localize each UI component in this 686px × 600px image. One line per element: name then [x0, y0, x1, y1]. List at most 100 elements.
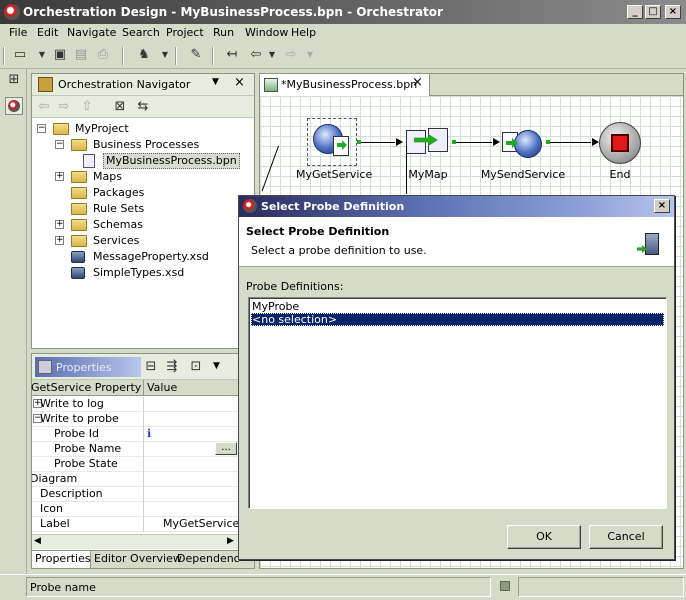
tree-item[interactable]: + Maps [32, 169, 254, 185]
orchestration-perspective-button[interactable] [5, 97, 23, 115]
filter-icon[interactable]: ⊡ [188, 359, 204, 375]
tab-properties[interactable]: Properties [32, 551, 91, 568]
mygetservice-node[interactable] [311, 122, 353, 162]
menu-search[interactable]: Search [122, 26, 160, 39]
property-row[interactable]: Probe State [32, 457, 240, 472]
back-dropdown-icon[interactable]: ▼ [264, 47, 280, 63]
orchestrator-app-icon[interactable] [4, 4, 20, 20]
tab-dependencies[interactable]: Dependencies [177, 551, 240, 567]
menu-help[interactable]: Help [291, 26, 316, 39]
tree-item[interactable]: − MyProject [32, 121, 254, 137]
navigator-view-icon [38, 77, 53, 92]
property-key: Probe Name [54, 442, 122, 455]
end-node[interactable] [599, 122, 641, 164]
view-menu-icon[interactable]: ▼ [212, 77, 219, 87]
last-edit-icon[interactable]: ↤ [224, 47, 240, 63]
incoming-connection[interactable] [261, 145, 279, 192]
connection-anchor [546, 140, 550, 144]
tree-item[interactable]: MessageProperty.xsd [32, 249, 254, 265]
connection-map-sendservice[interactable] [452, 142, 492, 143]
properties-menu-icon[interactable]: ▼ [213, 361, 220, 371]
column-header-property[interactable]: GetService Property [31, 381, 141, 394]
collapse-icon[interactable]: − [37, 124, 46, 133]
edit-pen-icon[interactable]: ✎ [188, 47, 204, 63]
probe-list-item[interactable]: <no selection> [251, 313, 664, 326]
link-editor-icon[interactable]: ⇆ [135, 99, 151, 115]
new-wizard-icon[interactable]: ▭ [12, 47, 28, 63]
print-icon[interactable]: ⎙ [95, 47, 111, 63]
scroll-left-icon[interactable]: ◀ [34, 536, 41, 546]
browse-button[interactable]: ... [215, 442, 237, 455]
property-value[interactable]: ℹ [147, 427, 151, 441]
property-row[interactable]: Probe Name... [32, 442, 240, 457]
expand-icon[interactable]: + [55, 236, 64, 245]
run-icon[interactable]: ♞ [136, 47, 152, 63]
menu-run[interactable]: Run [213, 26, 234, 39]
tree-item[interactable]: Packages [32, 185, 254, 201]
tree-view-icon[interactable]: ⊟ [143, 359, 159, 375]
node-label-mygetservice: MyGetService [296, 168, 373, 181]
nav-forward-icon[interactable]: ⇨ [56, 99, 72, 115]
connection-getservice-map[interactable] [357, 142, 395, 143]
menu-edit[interactable]: Edit [37, 26, 58, 39]
new-dropdown-icon[interactable]: ▼ [34, 47, 50, 63]
tree-item[interactable]: MyBusinessProcess.bpn [32, 153, 254, 169]
connection-sendservice-end[interactable] [546, 142, 591, 143]
tab-editor-overview[interactable]: Editor Overview [94, 551, 182, 567]
tree-item[interactable]: − Business Processes [32, 137, 254, 153]
dialog-title-bar[interactable]: Select Probe Definition × [239, 196, 674, 217]
ok-button[interactable]: OK [507, 525, 581, 549]
maximize-button[interactable]: □ [645, 5, 661, 19]
tree-item[interactable]: + Services [32, 233, 254, 249]
navigator-close-icon[interactable]: × [234, 75, 245, 90]
window-close-button[interactable]: × [665, 5, 681, 19]
tree-item[interactable]: + Schemas [32, 217, 254, 233]
save-icon[interactable]: ▣ [52, 47, 68, 63]
window-title-bar[interactable]: Orchestration Design - MyBusinessProcess… [0, 0, 686, 24]
property-value[interactable]: MyGetService [163, 517, 239, 531]
cancel-button[interactable]: Cancel [589, 525, 663, 549]
collapse-icon[interactable]: − [55, 140, 64, 149]
tree-item[interactable]: Rule Sets [32, 201, 254, 217]
forward-dropdown-icon[interactable]: ▼ [302, 47, 318, 63]
property-row[interactable]: − Write to probe [32, 412, 240, 427]
back-icon[interactable]: ⇦ [248, 47, 264, 63]
property-row[interactable]: Icon [32, 502, 240, 517]
dialog-close-button[interactable]: × [654, 199, 670, 213]
menu-file[interactable]: File [9, 26, 27, 39]
menu-navigate[interactable]: Navigate [67, 26, 116, 39]
probe-list-item[interactable]: MyProbe [251, 300, 664, 313]
probe-definitions-list[interactable]: MyProbe <no selection> [248, 297, 667, 509]
open-perspective-icon[interactable]: ⊞ [6, 72, 22, 88]
properties-horizontal-scrollbar[interactable]: ◀ ▶ [32, 534, 240, 549]
tree-item[interactable]: SimpleTypes.xsd [32, 265, 254, 281]
menu-window[interactable]: Window [245, 26, 288, 39]
progress-indicator-icon[interactable] [500, 581, 510, 591]
minimize-button[interactable]: _ [627, 5, 643, 19]
property-row[interactable]: Diagram [32, 472, 240, 487]
editor-tab-mybusinessprocess[interactable]: *MyBusinessProcess.bpn × [260, 74, 430, 96]
collapse-all-icon[interactable]: ⊠ [112, 99, 128, 115]
map-vertical-connection[interactable] [406, 146, 407, 194]
property-row[interactable]: + Write to log [32, 397, 240, 412]
editor-tab-close-icon[interactable]: × [412, 75, 423, 90]
expand-icon[interactable]: + [55, 220, 64, 229]
tree-item-label: Maps [93, 170, 122, 183]
property-row[interactable]: Probe Id ℹ [32, 427, 240, 442]
property-row[interactable]: Label MyGetService [32, 517, 240, 532]
status-progress-field [518, 577, 684, 597]
forward-icon[interactable]: ⇨ [283, 47, 299, 63]
categories-icon[interactable]: ⇶ [164, 359, 180, 375]
scroll-right-icon[interactable]: ▶ [227, 536, 234, 546]
menu-project[interactable]: Project [166, 26, 204, 39]
nav-up-icon[interactable]: ⇧ [79, 99, 95, 115]
nav-back-icon[interactable]: ⇦ [36, 99, 52, 115]
column-header-value[interactable]: Value [147, 381, 177, 394]
save-all-icon[interactable]: ▤ [73, 47, 89, 63]
expand-icon[interactable]: + [55, 172, 64, 181]
mysendservice-node[interactable] [500, 126, 546, 160]
column-divider[interactable] [143, 380, 144, 396]
mymap-node[interactable] [404, 126, 452, 156]
property-row[interactable]: Description [32, 487, 240, 502]
run-dropdown-icon[interactable]: ▼ [157, 47, 173, 63]
